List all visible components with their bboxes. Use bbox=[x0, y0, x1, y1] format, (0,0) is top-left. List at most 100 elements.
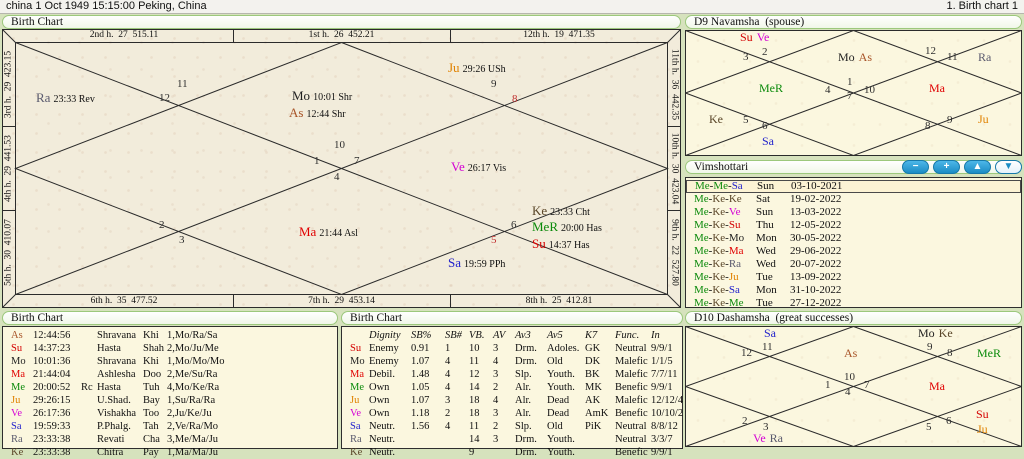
planet-row: Ve 26:17:36 Vishakha Too 2,Ju/Ke/Ju bbox=[3, 407, 337, 420]
col-av5: Av5 bbox=[547, 330, 563, 341]
longitude: 26:17:36 bbox=[33, 408, 71, 419]
planet-abbr: Sa bbox=[11, 421, 22, 432]
table-row: Me Own 1.05 4 14 2 Alr. Youth. MK Benefic 9/9/1 bbox=[350, 382, 673, 393]
planet-detail: 14:37 Has bbox=[548, 240, 590, 251]
d10-chart[interactable]: 12 11 9 8 1 10 7 4 2 3 5 6 Sa As Mo Ke Me… bbox=[685, 326, 1022, 447]
planet-abbr: Ma bbox=[299, 224, 317, 239]
planet-row: Ra 23:33:38 Revati Cha 3,Me/Ma/Ju bbox=[3, 433, 337, 446]
dasha-row[interactable]: Me-Me-Sa Sun 03-10-2021 bbox=[686, 180, 1021, 193]
dasha-row[interactable]: Me-Ke-Ra Wed 20-07-2022 bbox=[686, 258, 1021, 271]
house-number: 7 bbox=[847, 90, 853, 102]
planet-label: Ma 21:44 Asl bbox=[299, 225, 358, 240]
planet-detail: 21:44 Asl bbox=[319, 228, 358, 239]
house-number: 5 bbox=[926, 421, 932, 433]
dasha-row[interactable]: Me-Ke-Ju Tue 13-09-2022 bbox=[686, 271, 1021, 284]
chart-lines bbox=[685, 326, 1022, 447]
planet-row: As 12:44:56 Shravana Khi 1,Mo/Ra/Sa bbox=[3, 329, 337, 342]
planet-abbr: Ve bbox=[756, 30, 770, 44]
planet-detail: 19:59 PPh bbox=[464, 259, 506, 270]
planet-label: Su 14:37 Has bbox=[532, 237, 590, 252]
planet-abbr: Su bbox=[350, 343, 362, 354]
dasha-minus-button[interactable]: − bbox=[902, 160, 929, 174]
dasha-lords: Me-Ke-Ma bbox=[694, 245, 756, 258]
house-number: 1 bbox=[825, 379, 831, 391]
dasha-up-button[interactable]: ▲ bbox=[964, 160, 991, 174]
table-row: Ke Neutr. 9 Drm. Youth. Benefic 9/9/1 bbox=[350, 447, 673, 458]
house-cusp-label: 4th h. 29 441.53 bbox=[3, 135, 14, 202]
table-row: Mo Enemy 1.07 4 11 4 Drm. Old DK Malefic 1/1/5 bbox=[350, 356, 673, 367]
house-cusp-label: 10th h. 30 423.04 bbox=[669, 132, 680, 205]
planet-abbr: As bbox=[11, 330, 23, 341]
house-number: 4 bbox=[845, 386, 851, 398]
dasha-lord: Su bbox=[728, 219, 741, 231]
planet-abbr: Mo bbox=[292, 88, 311, 103]
dasha-lord: Me bbox=[713, 180, 729, 192]
planet-label: Sa bbox=[762, 135, 774, 148]
house-number: 9 bbox=[491, 78, 497, 90]
dasha-row[interactable]: Me-Ke-Ma Wed 29-06-2022 bbox=[686, 245, 1021, 258]
pada-lords: 1,Mo/Mo/Mo bbox=[167, 356, 225, 367]
dasha-lord: Sa bbox=[728, 284, 740, 296]
pada-syllable: Bay bbox=[143, 395, 160, 406]
planet-abbr: Mo bbox=[11, 356, 26, 367]
house-number: 4 bbox=[825, 84, 831, 96]
arrow-down-icon: ▼ bbox=[1003, 161, 1014, 172]
house-number: 6 bbox=[511, 219, 517, 231]
planet-row: Mo 10:01:36 Shravana Khi 1,Mo/Mo/Mo bbox=[3, 355, 337, 368]
retro-flag bbox=[81, 433, 97, 446]
house-number: 11 bbox=[947, 51, 958, 63]
retro-flag bbox=[81, 368, 97, 381]
longitude: 14:37:23 bbox=[33, 343, 71, 354]
dasha-row[interactable]: Me-Ke-Su Thu 12-05-2022 bbox=[686, 219, 1021, 232]
dasha-lord: Mo bbox=[728, 232, 745, 244]
dasha-lord: Ke bbox=[712, 206, 726, 218]
col-sb-pct: SB% bbox=[411, 330, 432, 341]
d9-chart[interactable]: 3 2 12 11 4 1 7 10 5 6 8 9 Su Ve Mo As Ra … bbox=[685, 30, 1022, 156]
planet-abbr: Ke bbox=[938, 326, 953, 340]
pada-syllable: Khi bbox=[143, 356, 159, 367]
planet-abbr: MeR bbox=[977, 346, 1001, 360]
house-number: 6 bbox=[762, 120, 768, 132]
dasha-row[interactable]: Me-Ke-Mo Mon 30-05-2022 bbox=[686, 232, 1021, 245]
dasha-row[interactable]: Me-Ke-Me Tue 27-12-2022 bbox=[686, 297, 1021, 310]
dasha-down-button[interactable]: ▼ bbox=[995, 160, 1022, 174]
dasha-row[interactable]: Me-Ke-Ve Sun 13-03-2022 bbox=[686, 206, 1021, 219]
dasha-date: 13-09-2022 bbox=[790, 271, 842, 283]
main-birth-chart[interactable]: 2nd h. 27 515.11 1st h. 26 452.21 12th h… bbox=[2, 29, 681, 308]
nakshatra: Shravana bbox=[97, 356, 137, 367]
longitude: 29:26:15 bbox=[33, 395, 71, 406]
longitude: 20:00:52 bbox=[33, 382, 71, 393]
planet-abbr: As bbox=[844, 346, 858, 360]
planet-abbr: Ju bbox=[448, 60, 460, 75]
house-number: 10 bbox=[864, 84, 875, 96]
col-dignity: Dignity bbox=[369, 330, 401, 341]
nakshatra: Revati bbox=[97, 434, 125, 445]
house-number: 7 bbox=[354, 155, 360, 167]
dasha-lord: Ra bbox=[728, 258, 742, 270]
house-cusp-label: 7th h. 29 453.14 bbox=[308, 296, 375, 306]
dasha-row[interactable]: Me-Ke-Sa Mon 31-10-2022 bbox=[686, 284, 1021, 297]
dasha-date: 13-03-2022 bbox=[790, 206, 842, 218]
planet-abbr: Su bbox=[740, 30, 753, 44]
planet-abbr: Ke bbox=[709, 112, 723, 126]
nakshatra: Hasta bbox=[97, 343, 121, 354]
planet-abbr: Ra bbox=[36, 90, 51, 105]
planet-abbr: Ma bbox=[929, 81, 945, 95]
dasha-lords: Me-Ke-Sa bbox=[694, 284, 756, 297]
dasha-lord: Sa bbox=[731, 180, 743, 192]
dasha-day: Sun bbox=[756, 206, 774, 218]
dasha-lord: Ma bbox=[728, 245, 744, 257]
house-number: 8 bbox=[947, 347, 953, 359]
dasha-lord: Me bbox=[694, 258, 709, 270]
nakshatra: P.Phalg. bbox=[97, 421, 131, 432]
planet-detail: 29:26 USh bbox=[462, 64, 506, 75]
dasha-plus-button[interactable]: + bbox=[933, 160, 960, 174]
planet-row: Me 20:00:52 Rc Hasta Tuh 4,Mo/Ke/Ra bbox=[3, 381, 337, 394]
planet-abbr: Su bbox=[11, 343, 23, 354]
dasha-row[interactable]: Me-Ke-Ke Sat 19-02-2022 bbox=[686, 193, 1021, 206]
retro-flag bbox=[81, 446, 97, 459]
planet-label: MeR bbox=[759, 82, 783, 95]
longitude: 21:44:04 bbox=[33, 369, 71, 380]
col-vb: VB. bbox=[469, 330, 485, 341]
planet-abbr: Ve bbox=[451, 159, 465, 174]
